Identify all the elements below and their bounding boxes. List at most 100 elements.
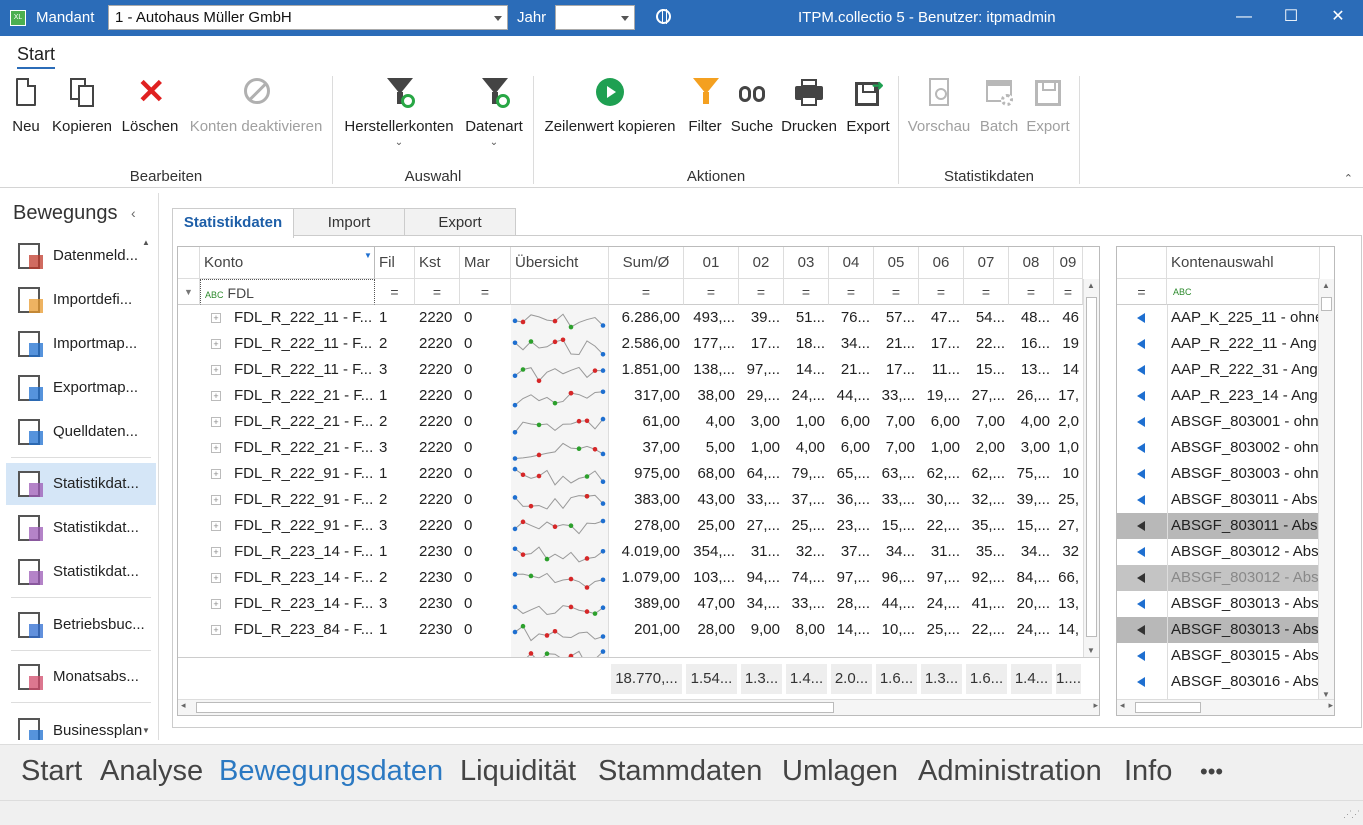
expand-row-icon[interactable]: + [211,313,221,323]
expand-row-icon[interactable]: + [211,625,221,635]
grid-vertical-scrollbar[interactable]: ▲ ▼ [1083,279,1099,657]
sidebar-item[interactable]: Businessplan [6,710,156,740]
batch-button[interactable]: Batch [978,76,1020,166]
nav-item[interactable]: Info [1124,755,1172,788]
chevron-left-icon[interactable]: ‹ [131,205,136,221]
table-row[interactable]: + FDL_R_222_11 - F... 1 2220 0 6.286,00 493,..… [178,305,1083,331]
sidebar-item[interactable]: Importdefi... [6,279,156,321]
table-row[interactable]: + FDL_R_223_14 - F... 2 2230 0 1.079,00 103,..… [178,565,1083,591]
list-item[interactable]: ABSGF_803011 - Abs [1117,513,1320,539]
column-header[interactable]: 03 [784,247,829,279]
nav-item[interactable]: Stammdaten [598,755,762,788]
nav-item[interactable]: Liquidität [460,755,576,788]
filter-operator[interactable]: = [460,279,511,305]
expand-arrow-icon[interactable] [1137,651,1145,661]
expand-arrow-icon[interactable] [1137,625,1145,635]
sidebar-item[interactable]: Statistikdat... [6,463,156,505]
table-row[interactable]: + FDL_R_222_11 - F... 3 2220 0 1.851,00 138,..… [178,357,1083,383]
nav-item[interactable]: Bewegungsdaten [219,755,443,788]
collapse-ribbon-icon[interactable]: ⌃ [1344,172,1353,185]
column-header[interactable]: 04 [829,247,874,279]
column-header[interactable]: 09 [1054,247,1083,279]
more-icon[interactable]: ••• [1200,759,1223,785]
filter-operator[interactable]: = [964,279,1009,305]
delete-button[interactable]: ✕ Löschen [120,75,180,166]
list-item[interactable]: ABSGF_803015 - Abs [1117,643,1320,669]
expand-arrow-icon[interactable] [1137,547,1145,557]
sidebar-item[interactable]: Importmap... [6,323,156,365]
expand-row-icon[interactable]: + [211,547,221,557]
sidebar-item[interactable]: Quelldaten... [6,411,156,453]
nav-item[interactable]: Umlagen [782,755,898,788]
filter-row-icon[interactable]: ▼ [178,279,200,305]
filter-operator[interactable]: = [829,279,874,305]
column-header[interactable]: 07 [964,247,1009,279]
grid-horizontal-scrollbar[interactable]: ◂ ▸ [178,699,1099,715]
list-item[interactable]: ABSGF_803002 - ohn [1117,435,1320,461]
jahr-select[interactable] [555,5,635,30]
table-row[interactable]: + FDL_R_222_91 - F... 3 2220 0 278,00 25,00 27,… [178,513,1083,539]
table-row[interactable]: + FDL_R_222_91 - F... 1 2220 0 975,00 68,00 64,… [178,461,1083,487]
expand-arrow-icon[interactable] [1137,599,1145,609]
filter-operator[interactable]: = [609,279,684,305]
filter-button[interactable]: Filter [686,76,724,166]
table-row[interactable]: + FDL_R_222_11 - F... 2 2220 0 2.586,00 177,..… [178,331,1083,357]
expand-arrow-icon[interactable] [1137,521,1145,531]
filter-operator[interactable]: = [874,279,919,305]
list-item[interactable]: ABSGF_803012 - Abs [1117,539,1320,565]
sidebar-item[interactable]: Statistikdat... [6,507,156,549]
manufacturer-accounts-button[interactable]: Herstellerkonten ⌄ [340,76,458,166]
maximize-button[interactable]: ☐ [1279,6,1303,30]
tab-export[interactable]: Export [404,208,516,236]
nav-item[interactable]: Analyse [100,755,203,788]
expand-row-icon[interactable]: + [211,365,221,375]
filter-operator[interactable]: = [1054,279,1083,305]
preview-button[interactable]: Vorschau [905,76,973,166]
new-button[interactable]: Neu [8,76,44,166]
column-header[interactable]: 02 [739,247,784,279]
konten-vertical-scrollbar[interactable]: ▲ ▼ [1318,279,1334,701]
konten-filter-op[interactable]: = [1117,279,1167,305]
expand-arrow-icon[interactable] [1137,339,1145,349]
expand-row-icon[interactable]: + [211,417,221,427]
resize-grip-icon[interactable]: ⋰⋰ [1343,809,1360,820]
konten-filter-cell[interactable]: ABC [1167,279,1320,305]
table-row[interactable]: + FDL_R_222_21 - F... 2 2220 0 61,00 4,00 3,00 1… [178,409,1083,435]
expand-row-icon[interactable]: + [211,443,221,453]
minimize-button[interactable]: — [1232,6,1256,30]
table-row[interactable]: + FDL_R_222_21 - F... 3 2220 0 37,00 5,00 1,00 4… [178,435,1083,461]
filter-operator[interactable]: = [684,279,739,305]
expand-arrow-icon[interactable] [1137,417,1145,427]
sidebar-item[interactable]: Datenmeld... [6,235,156,277]
table-row[interactable]: + FDL_R_222_91 - F... 2 2220 0 383,00 43,00 33,… [178,487,1083,513]
table-row[interactable]: + FDL_R_223_14 - F... 1 2230 0 4.019,00 354,..… [178,539,1083,565]
nav-item[interactable]: Administration [918,755,1102,788]
copy-row-value-button[interactable]: Zeilenwert kopieren [540,76,680,166]
list-item[interactable]: AAP_K_225_11 - ohne [1117,305,1323,331]
column-header[interactable]: 06 [919,247,964,279]
stat-export-button[interactable]: Export [1025,76,1071,166]
konten-horizontal-scrollbar[interactable]: ◂ ▸ [1117,699,1334,715]
column-header[interactable]: 05 [874,247,919,279]
expand-arrow-icon[interactable] [1137,677,1145,687]
filter-operator[interactable]: = [1009,279,1054,305]
column-header[interactable]: Übersicht [511,247,609,279]
expand-row-icon[interactable]: + [211,521,221,531]
copy-button[interactable]: Kopieren [50,76,114,166]
globe-icon[interactable] [656,9,671,24]
deactivate-accounts-button[interactable]: Konten deaktivieren [186,76,326,166]
tab-statistikdaten[interactable]: Statistikdaten [172,208,294,238]
list-item[interactable]: ABSGF_803013 - Abs [1117,617,1320,643]
print-button[interactable]: Drucken [780,76,838,166]
table-row[interactable]: + FDL_R_223_14 - F... 3 2230 0 389,00 47,00 34,… [178,591,1083,617]
filter-operator[interactable]: = [784,279,829,305]
column-header[interactable]: Mar [460,247,511,279]
sidebar-item[interactable]: Exportmap... [6,367,156,409]
sidebar-item[interactable]: Betriebsbuc... [6,604,156,646]
filter-operator[interactable]: = [739,279,784,305]
filter-operator[interactable]: = [375,279,415,305]
close-button[interactable]: ✕ [1326,6,1350,30]
expand-arrow-icon[interactable] [1137,573,1145,583]
datatype-button[interactable]: Datenart ⌄ [462,76,526,166]
expand-row-icon[interactable]: + [211,339,221,349]
